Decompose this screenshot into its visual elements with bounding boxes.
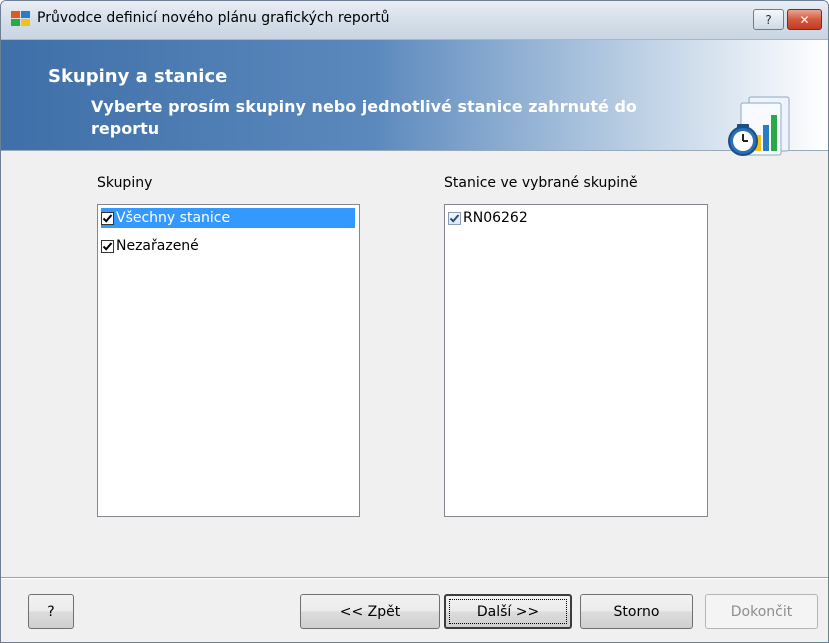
title-bar[interactable]: Průvodce definicí nového plánu grafickýc… [1, 1, 828, 40]
groups-label: Skupiny [97, 175, 153, 191]
avg-logo-icon [11, 11, 30, 26]
finish-button[interactable]: Dokončit [705, 594, 818, 629]
page-title: Skupiny a stanice [48, 66, 228, 87]
titlebar-help-button[interactable]: ? [753, 9, 784, 30]
footer-separator [1, 577, 828, 579]
report-chart-icon [728, 96, 790, 156]
close-icon: ✕ [799, 12, 810, 27]
list-item-label: Všechny stanice [116, 210, 231, 226]
cancel-button-label: Storno [613, 603, 660, 620]
checkbox-checked-icon[interactable] [101, 239, 114, 253]
close-button[interactable]: ✕ [787, 9, 822, 30]
back-button[interactable]: << Zpět [300, 594, 440, 629]
page-subtitle: Vyberte prosím skupiny nebo jednotlivé s… [91, 97, 637, 138]
stations-label: Stanice ve vybrané skupině [444, 175, 638, 191]
wizard-window: Průvodce definicí nového plánu grafickýc… [0, 0, 829, 643]
cancel-button[interactable]: Storno [580, 594, 693, 629]
help-button[interactable]: ? [28, 594, 74, 629]
list-item-label: Nezařazené [116, 238, 199, 254]
help-icon: ? [765, 12, 772, 27]
focus-rectangle [449, 599, 567, 624]
list-item-vsechny-stanice[interactable]: Všechny stanice [101, 208, 355, 228]
header-banner: Skupiny a stanice Vyberte prosím skupiny… [1, 40, 828, 156]
stations-list[interactable]: RN06262 [444, 204, 708, 517]
next-button[interactable]: Další >> [444, 594, 572, 629]
list-item-label: RN06262 [463, 210, 528, 226]
checkbox-checked-icon[interactable] [101, 211, 114, 225]
list-item-nezarazene[interactable]: Nezařazené [101, 236, 199, 256]
checkbox-checked-icon[interactable] [448, 211, 461, 225]
list-item-rn06262[interactable]: RN06262 [448, 208, 528, 228]
groups-list[interactable]: Všechny stanice Nezařazené [97, 204, 360, 517]
finish-button-label: Dokončit [730, 603, 793, 620]
back-button-label: << Zpět [339, 603, 401, 620]
help-button-label: ? [47, 603, 55, 620]
window-title: Průvodce definicí nového plánu grafickýc… [37, 10, 390, 26]
